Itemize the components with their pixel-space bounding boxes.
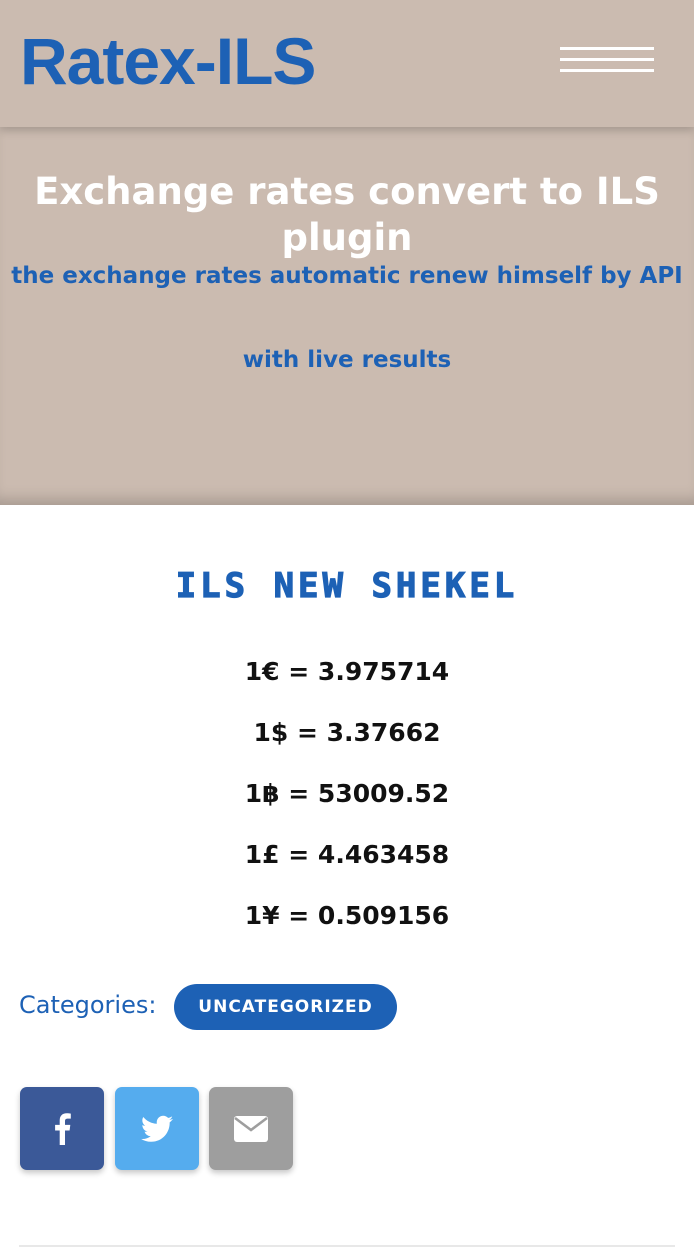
site-title-link[interactable]: Ratex-ILS — [20, 22, 316, 100]
site-header: Ratex-ILS — [0, 0, 694, 127]
rate-jpy: 1¥ = 0.509156 — [244, 901, 450, 930]
categories-label: Categories: — [19, 991, 157, 1019]
rate-gbp: 1£ = 4.463458 — [244, 840, 450, 869]
hamburger-menu-icon-bar — [560, 69, 654, 72]
entry-heading: ILS new shekel — [175, 565, 519, 606]
rate-eur: 1€ = 3.975714 — [244, 657, 450, 686]
facebook-share-button[interactable] — [20, 1087, 104, 1170]
rate-btc: 1฿ = 53009.52 — [244, 779, 450, 808]
hamburger-menu-button[interactable] — [556, 40, 658, 82]
hamburger-menu-icon — [560, 47, 654, 50]
rate-usd: 1$ = 3.37662 — [253, 718, 441, 747]
twitter-share-button[interactable] — [115, 1087, 199, 1170]
hero-section: Exchange rates convert to ILS plugin the… — [0, 127, 694, 505]
hero-title: Exchange rates convert to ILS plugin — [34, 170, 660, 259]
twitter-icon — [141, 1115, 173, 1142]
category-uncategorized-link[interactable]: Uncategorized — [174, 984, 397, 1030]
hero-subtitle-line-1: the exchange rates automatic renew himse… — [11, 263, 683, 289]
envelope-icon — [234, 1115, 268, 1142]
hero-subtitle-line-2: with live results — [242, 347, 452, 373]
content-divider — [19, 1245, 675, 1247]
page: Ratex-ILS Exchange rates convert to ILS … — [0, 0, 694, 1248]
hamburger-menu-icon-bar — [560, 58, 654, 61]
email-share-button[interactable] — [209, 1087, 293, 1170]
facebook-icon — [55, 1112, 71, 1145]
